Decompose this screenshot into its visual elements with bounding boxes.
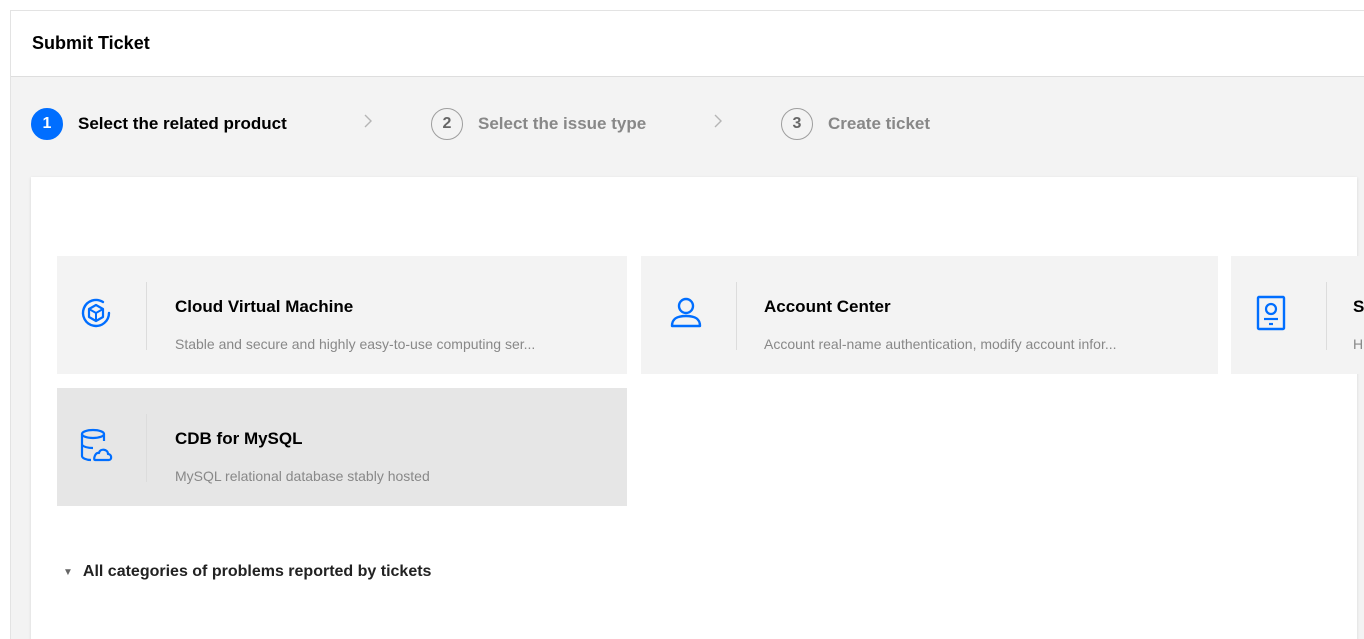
id-card-icon	[1251, 293, 1291, 333]
card-divider	[146, 414, 147, 482]
header: Submit Ticket	[11, 11, 1364, 77]
card-divider	[146, 282, 147, 350]
product-card-partial[interactable]: S H	[1231, 256, 1364, 374]
step-1-label: Select the related product	[78, 114, 287, 133]
step-select-product: 1 Select the related product	[31, 108, 287, 140]
card-divider	[736, 282, 737, 350]
product-description: Account real-name authentication, modify…	[764, 336, 1117, 352]
page-title: Submit Ticket	[32, 33, 150, 53]
product-card-cdb-for-mysql[interactable]: CDB for MySQL MySQL relational database …	[57, 388, 627, 506]
product-card-account-center[interactable]: Account Center Account real-name authent…	[641, 256, 1218, 374]
product-description: Stable and secure and highly easy-to-use…	[175, 336, 536, 352]
chevron-right-icon	[714, 114, 722, 128]
step-2-number: 2	[431, 108, 463, 140]
product-title: CDB for MySQL	[175, 429, 303, 448]
all-categories-label: All categories of problems reported by t…	[82, 563, 432, 580]
step-3-label: Create ticket	[828, 114, 931, 133]
step-create-ticket: 3 Create ticket	[781, 108, 930, 140]
database-cloud-icon	[76, 425, 116, 465]
chevron-right-icon	[364, 114, 372, 128]
user-icon	[666, 293, 706, 333]
submit-ticket-window: Submit Ticket 1 Select the related produ…	[10, 10, 1364, 639]
product-card-cloud-virtual-machine[interactable]: Cloud Virtual Machine Stable and secure …	[57, 256, 627, 374]
card-divider	[1326, 282, 1327, 350]
product-title: Cloud Virtual Machine	[175, 297, 354, 316]
step-3-number: 3	[781, 108, 813, 140]
step-1-number: 1	[31, 108, 63, 140]
step-2-label: Select the issue type	[478, 114, 647, 133]
product-description: MySQL relational database stably hosted	[175, 468, 430, 484]
product-description: H	[1353, 336, 1364, 352]
product-title: Account Center	[764, 297, 891, 316]
all-categories-toggle[interactable]: ▼ All categories of problems reported by…	[63, 563, 431, 581]
caret-down-icon: ▼	[63, 566, 73, 578]
steps-area: 1 Select the related product 2 Select th…	[11, 77, 1364, 639]
product-title: S	[1353, 297, 1364, 316]
step-select-issue-type: 2 Select the issue type	[431, 108, 646, 140]
product-selection-panel: Cloud Virtual Machine Stable and secure …	[31, 177, 1364, 639]
cvm-cube-icon	[76, 293, 116, 333]
